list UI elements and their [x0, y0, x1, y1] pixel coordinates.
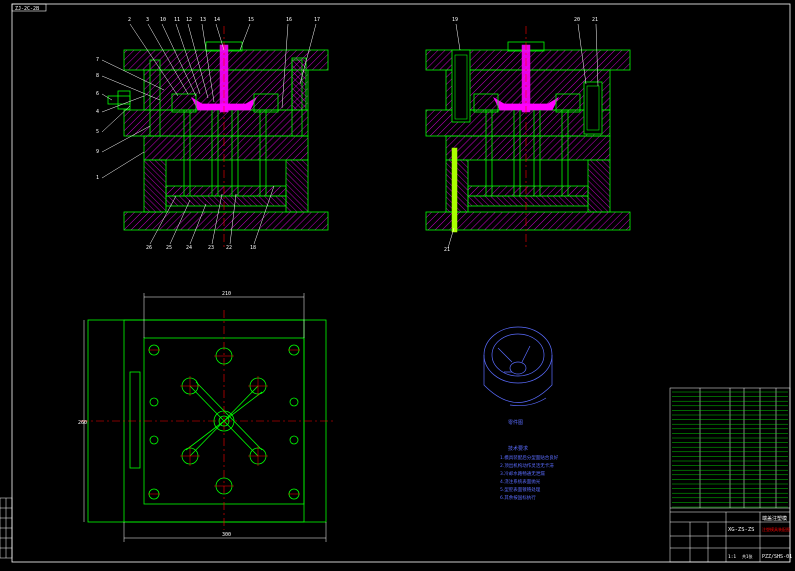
callout-bottom-left: 25 [166, 245, 173, 251]
note-line: 4.浇注系统表面抛光 [500, 480, 541, 485]
plan-dim-top: 210 [222, 291, 231, 297]
left-section-view [107, 26, 329, 250]
part-label: 零件图 [508, 419, 523, 426]
notes-title: 技术要求 [508, 445, 528, 452]
left-margin-strip [0, 497, 13, 559]
title-sheet: 共1张 [742, 553, 753, 559]
callout-top-left: 13 [200, 17, 207, 23]
callout-left: 9 [96, 149, 100, 155]
callout-bottom-left: 22 [226, 245, 233, 251]
callout-top-left: 11 [174, 17, 181, 23]
plan-dim-left: 260 [78, 420, 87, 426]
note-line: 2.顶出机构动作灵活无卡滞 [500, 464, 554, 469]
sheet-border [11, 3, 791, 563]
callout-top-left: 3 [146, 17, 150, 23]
plan-view [80, 293, 334, 542]
right-section-view [425, 26, 631, 250]
callout-left: 6 [96, 91, 100, 97]
title-scale: 1:1 [728, 554, 736, 560]
callout-top-left: 16 [286, 17, 293, 23]
callout-bottom-right: 21 [444, 247, 451, 253]
note-line: 3.冷却水路畅通无泄漏 [500, 472, 545, 477]
title-code: PZZ/SHS-01 [762, 554, 792, 560]
title-block [669, 387, 791, 563]
title-main: 端盖注塑模 [762, 515, 787, 522]
cad-drawing-sheet: ZJ-2C-2B 210 300 260 零件图 技术要求 XG-ZS-ZS 端… [0, 0, 795, 567]
callout-left: 4 [96, 109, 100, 115]
title-sub: 注塑模具装配图 [762, 526, 790, 532]
note-line: 5.型腔表面镀铬处理 [500, 488, 541, 493]
callout-top-left: 15 [248, 17, 255, 23]
callout-top-left: 17 [314, 17, 321, 23]
callout-left: 5 [96, 129, 100, 135]
callout-top-left: 10 [160, 17, 167, 23]
callout-left: 1 [96, 175, 100, 181]
title-drawing-no: XG-ZS-ZS [728, 527, 755, 533]
callout-top-right: 20 [574, 17, 581, 23]
mold-assembly-drawing: ZJ-2C-2B 210 300 260 零件图 技术要求 XG-ZS-ZS 端… [0, 3, 792, 563]
part-3d-view [483, 326, 553, 407]
callout-top-left: 2 [128, 17, 132, 23]
callout-bottom-left: 18 [250, 245, 257, 251]
callout-left: 7 [96, 57, 100, 63]
callout-left: 8 [96, 73, 100, 79]
callout-top-right: 21 [592, 17, 599, 23]
callout-top-left: 12 [186, 17, 193, 23]
callout-bottom-left: 23 [208, 245, 215, 251]
callout-bottom-left: 24 [186, 245, 193, 251]
plan-dim-bottom: 300 [222, 532, 231, 538]
callout-bottom-left: 26 [146, 245, 153, 251]
corner-code: ZJ-2C-2B [15, 6, 39, 12]
note-line: 1.模具装配后分型面贴合良好 [500, 456, 559, 461]
callout-top-right: 19 [452, 17, 459, 23]
callout-top-left: 14 [214, 17, 221, 23]
note-line: 6.其余按国标执行 [500, 496, 536, 501]
